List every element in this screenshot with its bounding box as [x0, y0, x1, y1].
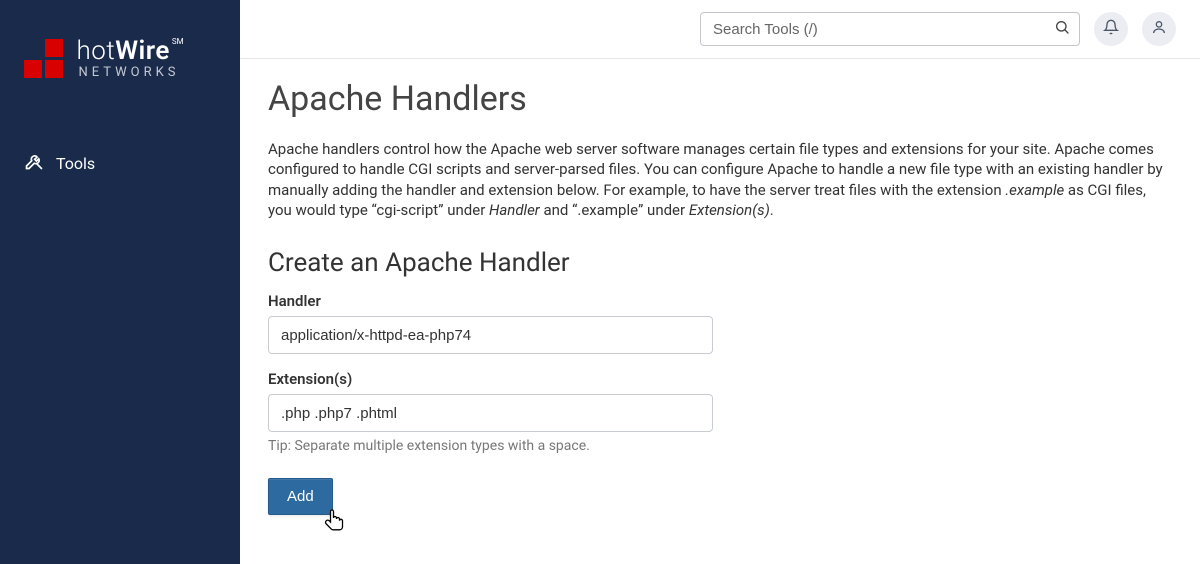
brand-blocks-icon [24, 39, 63, 78]
extensions-label: Extension(s) [268, 370, 1172, 388]
account-button[interactable] [1142, 12, 1176, 46]
handler-label: Handler [268, 292, 1172, 310]
sidebar: hotWireSM NETWORKS Tools [0, 0, 240, 564]
brand-sm: SM [172, 37, 184, 46]
brand-logo: hotWireSM NETWORKS [0, 38, 240, 109]
content: Apache Handlers Apache handlers control … [240, 59, 1200, 539]
user-icon [1151, 19, 1167, 39]
search-icon[interactable] [1054, 19, 1070, 39]
topbar [240, 0, 1200, 59]
extensions-input[interactable] [268, 394, 713, 432]
page-title: Apache Handlers [268, 79, 1172, 119]
brand-name: hotWire [76, 36, 169, 66]
handler-input[interactable] [268, 316, 713, 354]
main: Apache Handlers Apache handlers control … [240, 0, 1200, 564]
tools-icon [24, 151, 44, 175]
bell-icon [1103, 19, 1119, 39]
page-description: Apache handlers control how the Apache w… [268, 139, 1172, 220]
search-wrap [700, 12, 1080, 46]
sidebar-item-label: Tools [56, 154, 95, 173]
notifications-button[interactable] [1094, 12, 1128, 46]
section-title: Create an Apache Handler [268, 248, 1172, 278]
brand-sub: NETWORKS [78, 66, 183, 79]
sidebar-item-tools[interactable]: Tools [0, 139, 240, 187]
extensions-hint: Tip: Separate multiple extension types w… [268, 438, 1172, 454]
add-button[interactable]: Add [268, 478, 333, 515]
search-input[interactable] [700, 12, 1080, 46]
